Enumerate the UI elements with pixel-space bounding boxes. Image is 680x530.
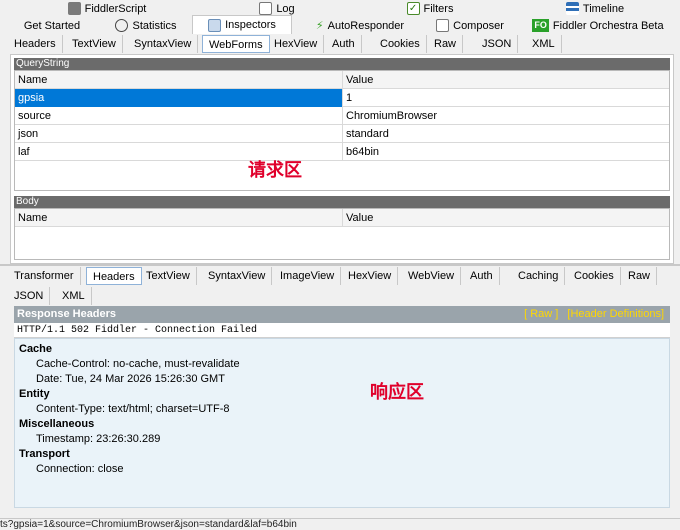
param-value[interactable]: 1 [343, 89, 669, 107]
body-header: Body [14, 196, 670, 208]
querystring-column-header: Name Value [15, 71, 669, 89]
resp-tab-webview[interactable]: WebView [402, 267, 462, 285]
header-group-cache[interactable]: Cache [19, 343, 52, 355]
log-icon [259, 2, 273, 15]
req-tab-hexview[interactable]: HexView [268, 35, 325, 53]
script-icon [67, 2, 81, 15]
header-group-entity[interactable]: Entity [19, 388, 50, 400]
tab-statistics[interactable]: Statistics [110, 17, 182, 34]
header-definitions-link[interactable]: [Header Definitions] [567, 308, 664, 320]
fo-icon: FO [532, 19, 549, 32]
req-tab-raw[interactable]: Raw [428, 35, 464, 53]
resp-tab-json[interactable]: JSON [8, 287, 51, 305]
timeline-icon [565, 2, 579, 15]
lightning-icon: ⚡ [315, 20, 324, 32]
annotation-request-area: 请求区 [248, 160, 302, 181]
body-grid: Name Value [14, 208, 670, 260]
status-line: HTTP/1.1 502 Fiddler - Connection Failed [14, 323, 670, 338]
param-name[interactable]: source [15, 107, 343, 125]
param-name[interactable]: json [15, 125, 343, 143]
header-item[interactable]: Cache-Control: no-cache, must-revalidate [36, 358, 240, 370]
column-value[interactable]: Value [343, 209, 669, 227]
response-headers-title: Response Headers [17, 308, 117, 320]
header-group-miscellaneous[interactable]: Miscellaneous [19, 418, 94, 430]
header-item[interactable]: Connection: close [36, 463, 123, 475]
tab-label: Get Started [23, 19, 81, 32]
req-tab-xml[interactable]: XML [526, 35, 562, 53]
inspectors-icon [208, 18, 222, 32]
table-row[interactable]: laf b64bin [15, 143, 669, 161]
tab-label: Filters [423, 2, 454, 15]
column-name[interactable]: Name [15, 209, 343, 227]
querystring-header: QueryString [14, 58, 670, 70]
req-tab-textview[interactable]: TextView [66, 35, 123, 53]
column-name[interactable]: Name [15, 71, 343, 89]
top-tab-row-1: FiddlerScript Log ✓ Filters Timeline [0, 0, 680, 17]
top-tab-row-2: Get Started Statistics Inspectors ⚡ Auto… [0, 15, 680, 34]
body-column-header: Name Value [15, 209, 669, 227]
tab-fiddler-orchestra[interactable]: FO Fiddler Orchestra Beta [532, 17, 664, 34]
tab-fiddlerscript[interactable]: FiddlerScript [62, 0, 152, 17]
table-row[interactable]: gpsia 1 [15, 89, 669, 107]
resp-tab-raw[interactable]: Raw [622, 267, 658, 285]
request-tab-bar: Headers TextView SyntaxView WebForms Hex… [0, 34, 680, 54]
table-row[interactable]: source ChromiumBrowser [15, 107, 669, 125]
status-bar: ts?gpsia=1&source=ChromiumBrowser&json=s… [0, 518, 680, 530]
tab-get-started[interactable]: Get Started [12, 17, 92, 34]
tab-composer[interactable]: Composer [434, 17, 506, 34]
column-value[interactable]: Value [343, 71, 669, 89]
param-name[interactable]: gpsia [15, 89, 343, 107]
req-tab-json[interactable]: JSON [476, 35, 519, 53]
tab-timeline[interactable]: Timeline [560, 0, 630, 17]
header-item[interactable]: Date: Tue, 24 Mar 2026 15:26:30 GMT [36, 373, 225, 385]
param-value[interactable]: ChromiumBrowser [343, 107, 669, 125]
header-item[interactable]: Timestamp: 23:26:30.289 [36, 433, 160, 445]
resp-tab-auth[interactable]: Auth [464, 267, 500, 285]
tab-label: Inspectors [225, 19, 276, 31]
tab-filters[interactable]: ✓ Filters [400, 0, 460, 17]
querystring-grid: Name Value gpsia 1 source ChromiumBrowse… [14, 70, 670, 191]
table-row[interactable]: json standard [15, 125, 669, 143]
tab-label: Statistics [132, 19, 177, 32]
tab-label: Composer [453, 19, 504, 32]
composer-icon [436, 19, 450, 32]
tab-inspectors[interactable]: Inspectors [192, 15, 292, 34]
tab-label: AutoResponder [327, 19, 405, 32]
resp-tab-hexview[interactable]: HexView [342, 267, 399, 285]
req-tab-syntaxview[interactable]: SyntaxView [128, 35, 199, 53]
response-headers-bar: Response Headers [ Raw ] [Header Definit… [14, 306, 670, 323]
tab-label: Log [276, 2, 295, 15]
resp-tab-transformer[interactable]: Transformer [8, 267, 81, 285]
resp-tab-textview[interactable]: TextView [140, 267, 197, 285]
response-headers-tree: Cache Cache-Control: no-cache, must-reva… [14, 338, 670, 508]
tab-autoresponder[interactable]: ⚡ AutoResponder [310, 17, 410, 34]
resp-tab-cookies[interactable]: Cookies [568, 267, 621, 285]
tab-label: Timeline [582, 2, 625, 15]
tab-label: FiddlerScript [84, 2, 147, 15]
resp-tab-headers[interactable]: Headers [86, 267, 142, 285]
resp-tab-syntaxview[interactable]: SyntaxView [202, 267, 273, 285]
header-group-transport[interactable]: Transport [19, 448, 70, 460]
annotation-response-area: 响应区 [370, 382, 424, 403]
resp-tab-imageview[interactable]: ImageView [274, 267, 342, 285]
resp-tab-caching[interactable]: Caching [512, 267, 566, 285]
req-tab-auth[interactable]: Auth [326, 35, 362, 53]
stopwatch-icon [115, 19, 129, 32]
req-tab-cookies[interactable]: Cookies [374, 35, 427, 53]
header-item[interactable]: Content-Type: text/html; charset=UTF-8 [36, 403, 230, 415]
req-tab-headers[interactable]: Headers [8, 35, 63, 53]
checkbox-icon: ✓ [406, 2, 420, 15]
response-header-links: [ Raw ] [Header Definitions] [518, 306, 664, 323]
resp-tab-xml[interactable]: XML [56, 287, 92, 305]
tab-label: Fiddler Orchestra Beta [552, 19, 664, 32]
param-value[interactable]: b64bin [343, 143, 669, 161]
param-value[interactable]: standard [343, 125, 669, 143]
raw-link[interactable]: [ Raw ] [524, 308, 558, 320]
response-tab-bar-2: JSON XML [0, 286, 680, 306]
req-tab-webforms[interactable]: WebForms [202, 35, 270, 53]
response-tab-bar: Transformer Headers TextView SyntaxView … [0, 266, 680, 286]
